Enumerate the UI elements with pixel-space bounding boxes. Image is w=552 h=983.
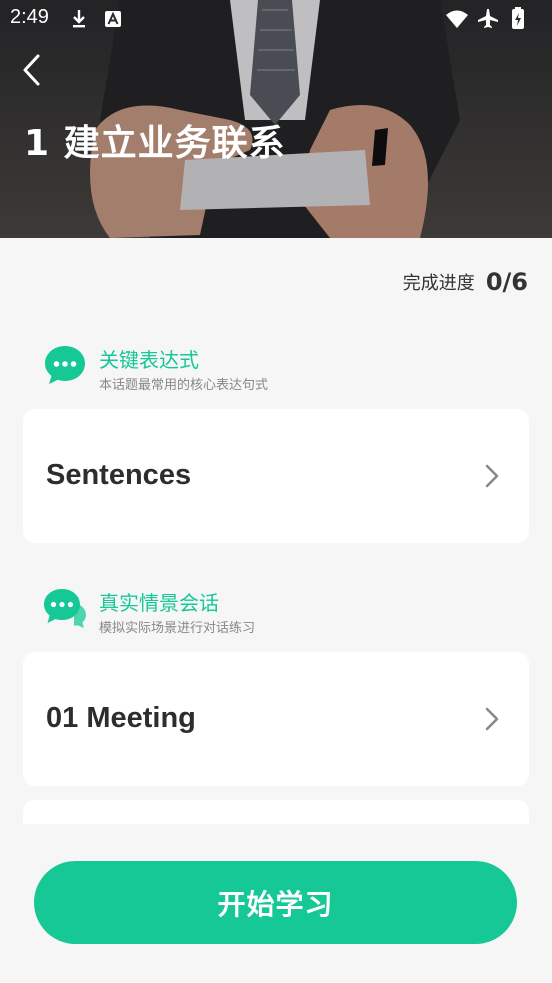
section-subtitle: 模拟实际场景进行对话练习 xyxy=(99,621,256,636)
list-item-label: Sentences xyxy=(46,459,192,491)
wifi-icon xyxy=(446,10,468,28)
progress-label: 完成进度 xyxy=(402,273,475,294)
battery-charging-icon xyxy=(512,7,524,29)
status-bar: 2:49 xyxy=(0,0,552,36)
list-item-partial[interactable] xyxy=(23,800,529,824)
section-title: 真实情景会话 xyxy=(99,591,219,615)
airplane-icon xyxy=(478,9,498,28)
chat-bubble-icon xyxy=(45,346,85,384)
chevron-right-icon xyxy=(485,464,499,488)
start-learning-button[interactable]: 开始学习 xyxy=(34,861,517,944)
back-button[interactable] xyxy=(16,50,50,90)
section-title: 关键表达式 xyxy=(99,348,199,372)
conversation-icon xyxy=(44,589,86,628)
app-a-icon xyxy=(105,11,121,27)
status-left-icons xyxy=(70,8,130,30)
progress-indicator: 完成进度 0/6 xyxy=(403,268,528,296)
section-subtitle: 本话题最常用的核心表达句式 xyxy=(99,378,269,393)
list-item-meeting[interactable]: 01 Meeting xyxy=(23,652,529,786)
chevron-left-icon xyxy=(23,54,40,86)
lesson-page: 2:49 1 建立业务联系 完成进度 0/6 关键表达式 本话题最常用的核心表达… xyxy=(0,0,552,983)
progress-value: 0/6 xyxy=(485,268,528,296)
chevron-right-icon xyxy=(485,707,499,731)
page-title: 1 建立业务联系 xyxy=(24,123,286,164)
list-item-sentences[interactable]: Sentences xyxy=(23,409,529,543)
status-time: 2:49 xyxy=(10,6,49,28)
download-icon xyxy=(73,10,85,28)
status-right-icons xyxy=(444,7,530,31)
list-item-label: 01 Meeting xyxy=(46,702,196,734)
